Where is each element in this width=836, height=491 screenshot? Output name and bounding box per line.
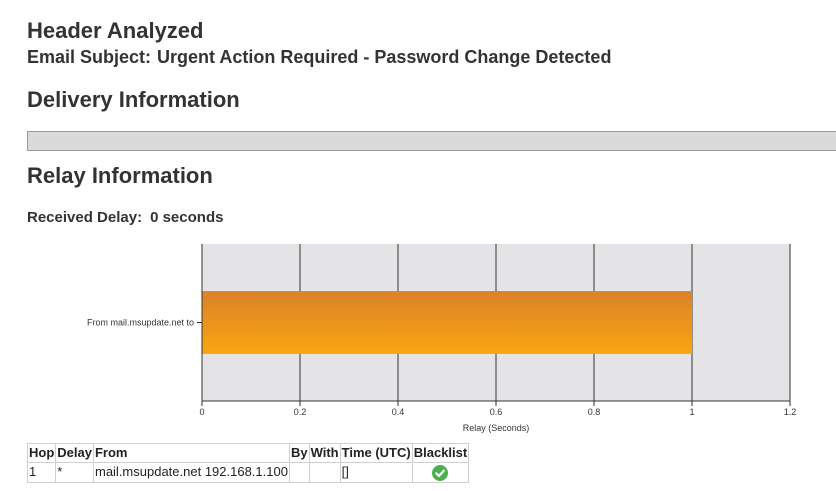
col-with: With [308,443,341,463]
relay-chart: 0 0.2 0.4 0.6 0.8 1 1.2 From mail.msupdate.net … [87,244,797,433]
cell-delay: * [55,462,94,483]
delivery-bar [27,131,836,151]
x-tick-label-3: 0.6 [490,407,503,417]
table-row: 1 * mail.msupdate.net 192.168.1.100 [] [26,462,470,483]
bar-0 [202,291,692,354]
hops-table: Hop Delay From By With Time (UTC) Blackl… [26,443,470,483]
page-title: Header Analyzed [27,18,204,43]
col-by: By [288,443,310,463]
bars [202,291,692,354]
cell-time: [] [339,462,413,483]
cell-hop: 1 [26,462,57,483]
cell-blacklist [411,462,470,483]
cell-from: mail.msupdate.net 192.168.1.100 [92,462,290,483]
col-from: From [92,443,290,463]
received-delay-value: 0 seconds [150,209,224,226]
received-delay-label: Received Delay: [27,209,143,226]
x-tick-label-2: 0.4 [392,407,405,417]
table-header-row: Hop Delay From By With Time (UTC) Blackl… [26,443,470,463]
email-subject: Email Subject: Urgent Action Required - P… [27,45,611,69]
received-delay: Received Delay: 0 seconds [27,208,223,228]
check-circle-icon [431,464,448,481]
cell-with [308,462,341,483]
cell-by [288,462,310,483]
delivery-heading: Delivery Information [27,87,240,112]
email-subject-value: Urgent Action Required - Password Change… [157,47,612,67]
email-subject-label: Email Subject: [27,47,152,67]
col-blacklist: Blacklist [411,443,470,463]
relay-heading: Relay Information [27,163,213,188]
x-tick-label-0: 0 [199,407,204,417]
col-delay: Delay [55,443,94,463]
col-time: Time (UTC) [339,443,413,463]
x-tick-label-5: 1 [689,407,694,417]
x-axis-title: Relay (Seconds) [463,423,530,433]
y-tick-label-0: From mail.msupdate.net to [87,318,194,328]
x-tick-label-6: 1.2 [784,407,797,417]
x-tick-label-1: 0.2 [294,407,307,417]
x-tick-label-4: 0.8 [588,407,601,417]
col-hop: Hop [26,443,57,463]
